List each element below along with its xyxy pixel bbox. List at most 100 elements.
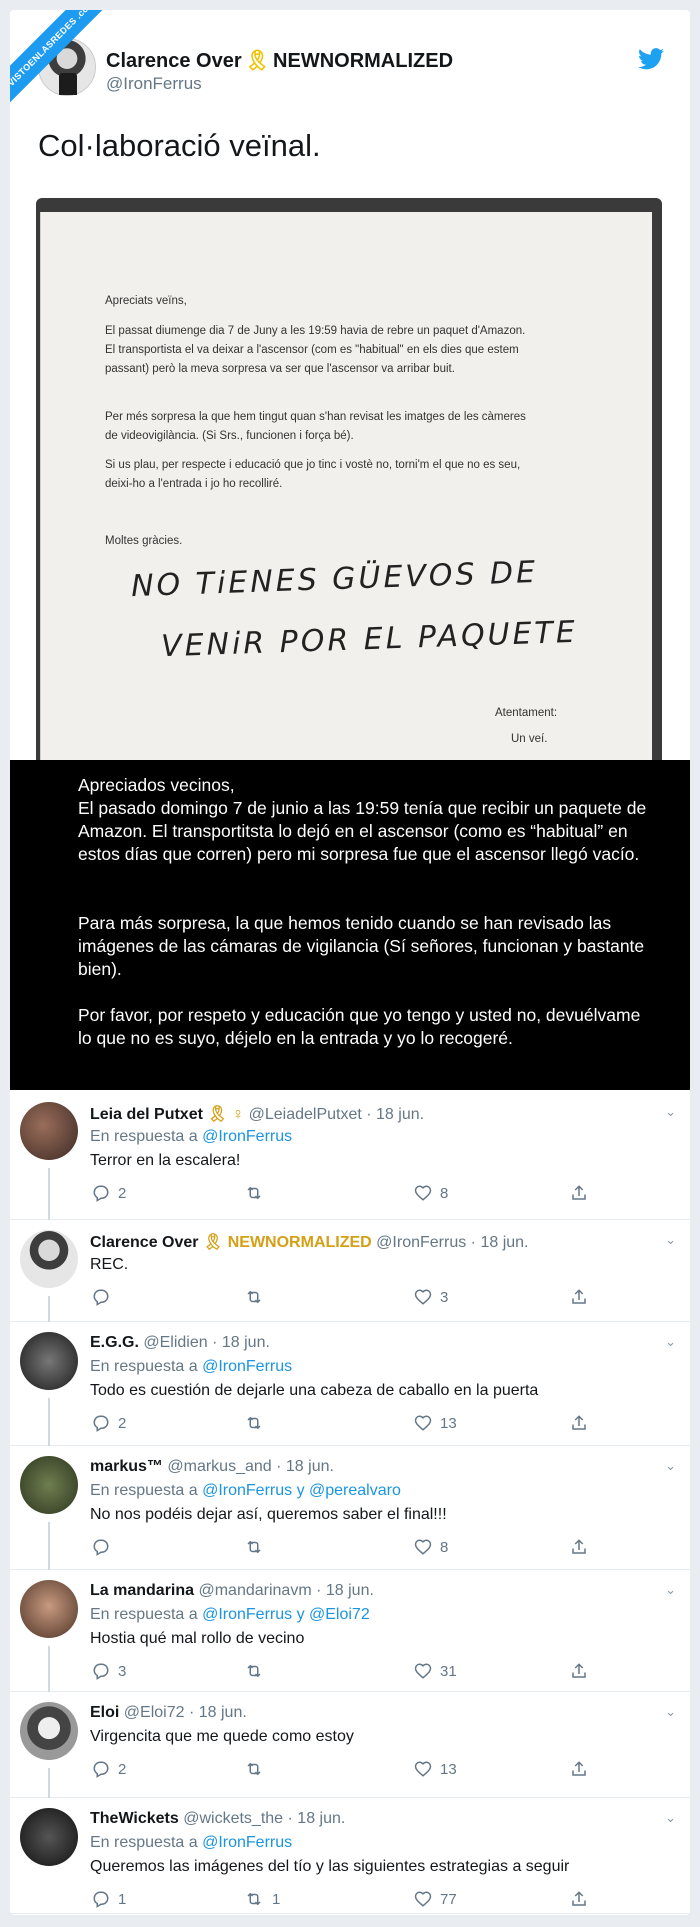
heart-icon (414, 1415, 440, 1432)
reply-author-name: markus™ (90, 1458, 163, 1475)
reply-author[interactable]: Clarence Over 🎗 NEWNORMALIZED @IronFerru… (90, 1232, 528, 1252)
yellow-ribbon-icon: 🎗 (244, 50, 271, 72)
reply-to-link[interactable]: @IronFerrus y @Eloi72 (202, 1606, 370, 1623)
translation-box: Apreciados vecinos, El pasado domingo 7 … (10, 760, 690, 1090)
reply-count: 2 (118, 1185, 127, 1202)
in-reply-to: En respuesta a @IronFerrus (90, 1358, 293, 1375)
like-button[interactable]: 77 (414, 1890, 457, 1908)
chevron-down-icon[interactable]: ⌄ (665, 1334, 676, 1350)
reply-icon (92, 1185, 118, 1202)
reply-tweet[interactable]: markus™ @markus_and · 18 jun. ⌄ En respues… (10, 1446, 690, 1570)
avatar[interactable] (20, 1808, 78, 1866)
reply-text: Todo es cuestión de dejarle una cabeza d… (90, 1382, 539, 1399)
reply-button[interactable]: 2 (92, 1184, 126, 1202)
reply-date[interactable]: · 18 jun. (288, 1810, 346, 1827)
reply-to-link[interactable]: @IronFerrus (202, 1128, 292, 1145)
reply-to-link[interactable]: @IronFerrus y @perealvaro (202, 1482, 401, 1499)
share-icon (570, 1289, 596, 1306)
share-button[interactable] (570, 1760, 596, 1778)
like-button[interactable]: 13 (414, 1414, 457, 1432)
reply-tweet[interactable]: Clarence Over 🎗 NEWNORMALIZED @IronFerru… (10, 1220, 690, 1322)
retweet-button[interactable] (244, 1760, 272, 1778)
reply-author[interactable]: Eloi @Eloi72 · 18 jun. (90, 1704, 247, 1722)
reply-date[interactable]: · 18 jun. (366, 1106, 424, 1123)
thread-line (48, 1646, 50, 1692)
share-button[interactable] (570, 1890, 596, 1908)
reply-icon (92, 1891, 118, 1908)
reply-date[interactable]: · 18 jun. (316, 1582, 374, 1599)
reply-author-badges: 🎗 NEWNORMALIZED (202, 1234, 372, 1251)
heart-icon (414, 1185, 440, 1202)
reply-button[interactable] (92, 1538, 118, 1556)
like-button[interactable]: 31 (414, 1662, 457, 1680)
like-count: 31 (440, 1663, 457, 1680)
reply-to-link[interactable]: @IronFerrus (202, 1834, 292, 1851)
chevron-down-icon[interactable]: ⌄ (665, 1582, 676, 1598)
retweet-icon (244, 1289, 272, 1306)
in-reply-to: En respuesta a @IronFerrus y @Eloi72 (90, 1606, 370, 1623)
thread-line (48, 1168, 50, 1220)
reply-date[interactable]: · 18 jun. (471, 1234, 529, 1251)
reply-button[interactable]: 2 (92, 1760, 126, 1778)
share-button[interactable] (570, 1288, 596, 1306)
retweet-button[interactable] (244, 1414, 272, 1432)
avatar[interactable] (20, 1230, 78, 1288)
reply-button[interactable] (92, 1288, 118, 1306)
reply-author[interactable]: E.G.G. @Elidien · 18 jun. (90, 1334, 270, 1352)
chevron-down-icon[interactable]: ⌄ (665, 1458, 676, 1474)
reply-author[interactable]: Leia del Putxet 🎗 ♀ @LeiadelPutxet · 18 … (90, 1104, 424, 1124)
reply-date[interactable]: · 18 jun. (276, 1458, 334, 1475)
like-button[interactable]: 13 (414, 1760, 457, 1778)
reply-author-name: Eloi (90, 1704, 120, 1721)
twitter-bird-icon[interactable] (638, 48, 664, 77)
reply-tweet[interactable]: La mandarina @mandarinavm · 18 jun. ⌄ En r… (10, 1570, 690, 1692)
chevron-down-icon[interactable]: ⌄ (665, 1704, 676, 1720)
reply-icon (92, 1539, 118, 1556)
reply-tweet[interactable]: E.G.G. @Elidien · 18 jun. ⌄ En respuesta a… (10, 1322, 690, 1446)
author-handle[interactable]: @IronFerrus (106, 74, 202, 94)
reply-handle: @LeiadelPutxet (248, 1106, 362, 1123)
reply-author[interactable]: markus™ @markus_and · 18 jun. (90, 1458, 334, 1476)
reply-button[interactable]: 1 (92, 1890, 126, 1908)
chevron-down-icon[interactable]: ⌄ (665, 1810, 676, 1826)
translation-paragraph-3: Por favor, por respeto y educación que y… (78, 1005, 641, 1048)
avatar[interactable] (20, 1332, 78, 1390)
retweet-button[interactable]: 1 (244, 1890, 280, 1908)
retweet-button[interactable] (244, 1538, 272, 1556)
avatar[interactable] (20, 1702, 78, 1760)
share-button[interactable] (570, 1184, 596, 1202)
retweet-button[interactable] (244, 1184, 272, 1202)
avatar[interactable] (20, 1456, 78, 1514)
attached-photo[interactable]: Apreciats veïns, El passat diumenge dia … (36, 198, 662, 760)
author-name[interactable]: Clarence Over 🎗 NEWNORMALIZED (106, 48, 453, 73)
like-button[interactable]: 8 (414, 1184, 448, 1202)
reply-tweet[interactable]: Leia del Putxet 🎗 ♀ @LeiadelPutxet · 18 … (10, 1092, 690, 1220)
reply-button[interactable]: 2 (92, 1414, 126, 1432)
retweet-button[interactable] (244, 1288, 272, 1306)
avatar[interactable] (20, 1580, 78, 1638)
thread-line (48, 1398, 50, 1446)
avatar[interactable] (20, 1102, 78, 1160)
like-button[interactable]: 3 (414, 1288, 448, 1306)
retweet-icon (244, 1891, 272, 1908)
reply-date[interactable]: · 18 jun. (189, 1704, 247, 1721)
reply-author-name: TheWickets (90, 1810, 179, 1827)
chevron-down-icon[interactable]: ⌄ (665, 1232, 676, 1248)
reply-author[interactable]: La mandarina @mandarinavm · 18 jun. (90, 1582, 374, 1600)
action-bar: 28 (92, 1184, 586, 1206)
reply-to-link[interactable]: @IronFerrus (202, 1358, 292, 1375)
chevron-down-icon[interactable]: ⌄ (665, 1104, 676, 1120)
heart-icon (414, 1289, 440, 1306)
reply-button[interactable]: 3 (92, 1662, 126, 1680)
share-button[interactable] (570, 1662, 596, 1680)
reply-tweet[interactable]: Eloi @Eloi72 · 18 jun. ⌄ Virgencita que me… (10, 1692, 690, 1798)
like-count: 13 (440, 1761, 457, 1778)
reply-author[interactable]: TheWickets @wickets_the · 18 jun. (90, 1810, 345, 1828)
retweet-button[interactable] (244, 1662, 272, 1680)
reply-handle: @Eloi72 (123, 1704, 185, 1721)
reply-tweet[interactable]: TheWickets @wickets_the · 18 jun. ⌄ En res… (10, 1798, 690, 1914)
share-button[interactable] (570, 1414, 596, 1432)
reply-date[interactable]: · 18 jun. (212, 1334, 270, 1351)
share-button[interactable] (570, 1538, 596, 1556)
like-button[interactable]: 8 (414, 1538, 448, 1556)
